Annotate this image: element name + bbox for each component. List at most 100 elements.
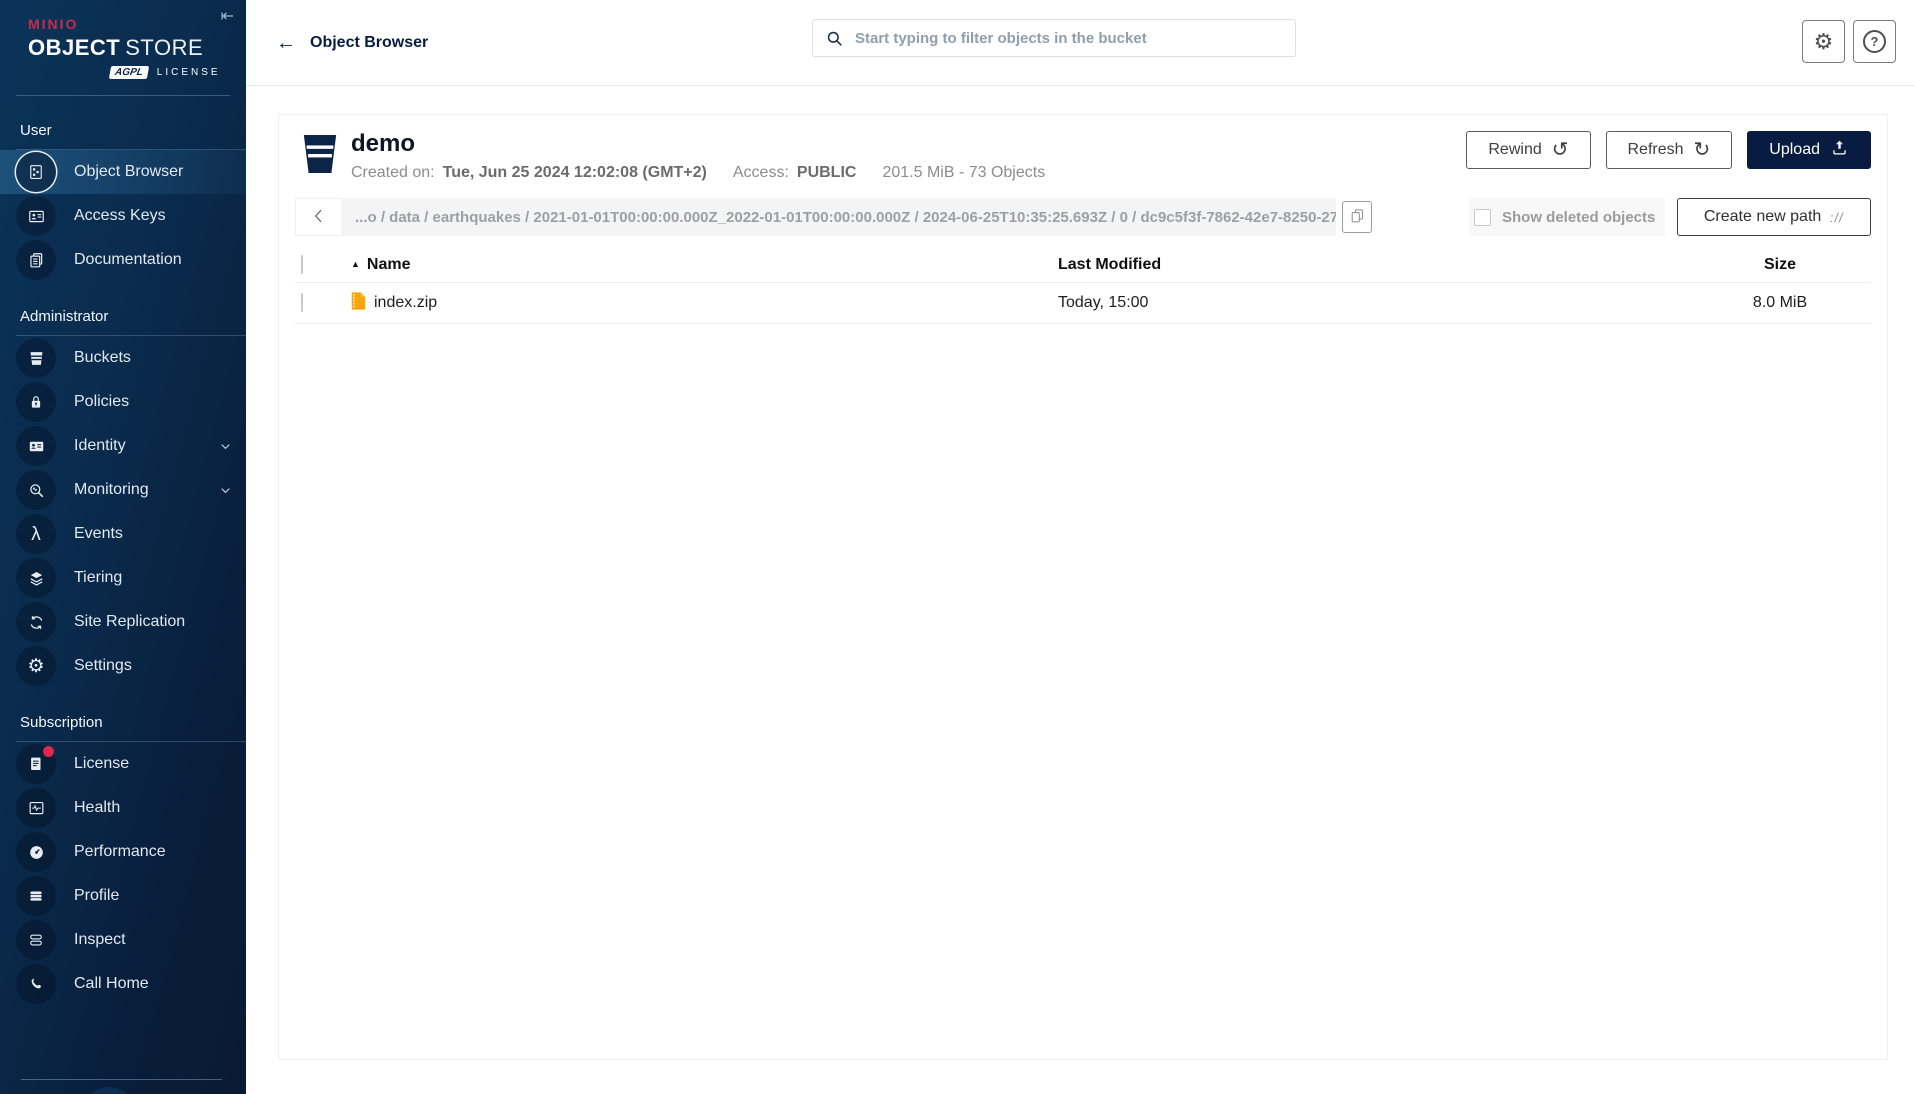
sidebar-item-inspect[interactable]: Inspect [0,918,246,962]
bucket-usage: 201.5 MiB - 73 Objects [882,164,1046,182]
table-row[interactable]: index.zip Today, 15:00 8.0 MiB [295,283,1871,325]
rewind-button[interactable]: Rewind ↺ [1466,131,1591,169]
chevron-down-icon [218,439,233,459]
sidebar-section-label: Subscription [20,714,103,731]
health-icon [16,788,56,828]
sidebar-item-label: Policies [74,393,130,410]
sidebar-item-documentation[interactable]: Documentation [0,238,246,282]
sidebar-item-label: Monitoring [74,481,149,498]
created-value: Tue, Jun 25 2024 12:02:08 (GMT+2) [442,164,707,182]
sidebar-item-health[interactable]: Health [0,786,246,830]
sidebar-item-identity[interactable]: Identity [0,424,246,468]
access-label: Access: [732,164,789,182]
sidebar-item-settings[interactable]: ⚙ Settings [0,644,246,688]
search-input[interactable] [812,19,1296,57]
create-new-path-label: Create new path [1703,208,1822,226]
table-body: index.zip Today, 15:00 8.0 MiB [295,283,1871,325]
tiering-icon [16,558,56,598]
monitoring-icon [16,470,56,510]
sidebar-item-tiering[interactable]: Tiering [0,556,246,600]
sidebar-item-label: Buckets [74,349,131,366]
bucket-header: demo Created on: Tue, Jun 25 2024 12:02:… [295,130,1871,182]
sidebar-item-label: Site Replication [74,613,186,630]
sidebar-item-label: Profile [74,887,120,904]
events-icon: λ [16,514,56,554]
sidebar-section-label: Administrator [20,308,109,325]
sidebar: ⇤ MINIO OBJECT STORE AGPL LICENSE User Obj… [0,0,246,1094]
help-icon: ? [1863,30,1886,53]
show-deleted-panel: Show deleted objects [1469,198,1665,237]
access-keys-icon [16,196,56,236]
topbar: ← Object Browser ⚙ ? [246,0,1914,86]
column-header-size[interactable]: Size [1689,256,1871,274]
sidebar-item-access-keys[interactable]: Access Keys [0,194,246,238]
sidebar-bottom-icon[interactable] [82,1087,136,1094]
refresh-button[interactable]: Refresh ↻ [1605,131,1733,169]
copy-path-button[interactable] [1342,201,1372,234]
sidebar-item-events[interactable]: λ Events [0,512,246,556]
sidebar-item-label: Health [74,799,121,816]
bucket-meta: Created on: Tue, Jun 25 2024 12:02:08 (G… [351,164,1045,182]
sidebar-item-buckets[interactable]: Buckets [0,336,246,380]
row-checkbox[interactable] [301,293,303,313]
upload-button[interactable]: Upload [1747,131,1871,169]
zip-file-icon [351,292,366,315]
created-label: Created on: [351,164,435,182]
sidebar-item-performance[interactable]: Performance [0,830,246,874]
sidebar-item-policies[interactable]: Policies [0,380,246,424]
agpl-logo-icon: AGPL [108,66,149,79]
call-home-icon [16,964,56,1004]
column-header-name[interactable]: ▲ Name [351,256,1044,274]
object-browser-icon [16,152,56,192]
select-all-checkbox[interactable] [301,255,303,275]
access-value: PUBLIC [796,164,857,182]
back-arrow-icon[interactable]: ← [276,33,296,53]
rewind-button-label: Rewind [1488,141,1542,158]
sort-asc-icon: ▲ [351,259,360,270]
breadcrumb-back-button[interactable] [295,198,341,237]
product-name-light: STORE [125,35,204,60]
identity-icon [16,426,56,466]
copy-icon [1349,207,1366,227]
settings-button[interactable]: ⚙ [1802,20,1845,63]
buckets-icon [16,338,56,378]
bucket-icon [301,133,339,180]
minio-wordmark: MINIO [28,16,79,32]
product-name-bold: OBJECT [28,35,121,60]
sidebar-item-label: Documentation [74,251,182,268]
notification-dot-icon [43,746,54,757]
column-header-name-label: Name [366,256,411,274]
gear-icon: ⚙ [1813,28,1834,54]
object-last-modified: Today, 15:00 [1058,294,1149,312]
help-button[interactable]: ? [1853,20,1896,63]
sidebar-item-label: Settings [74,657,132,674]
performance-icon [16,832,56,872]
table-header-row: ▲ Name Last Modified Size [295,248,1871,284]
sidebar-item-profile[interactable]: Profile [0,874,246,918]
sidebar-item-label: Identity [74,437,126,454]
policies-icon [16,382,56,422]
collapse-sidebar-icon[interactable]: ⇤ [221,6,234,26]
object-browser-card: demo Created on: Tue, Jun 25 2024 12:02:… [278,114,1888,1060]
sidebar-item-label: Inspect [74,931,126,948]
sidebar-item-call-home[interactable]: Call Home [0,962,246,1006]
page-title: Object Browser [310,34,429,51]
sidebar-item-license[interactable]: License [0,742,246,786]
sidebar-item-object-browser[interactable]: Object Browser [0,150,246,194]
product-name: OBJECT STORE [28,35,246,61]
sidebar-item-site-replication[interactable]: Site Replication [0,600,246,644]
minio-logo: MINIO OBJECT STORE AGPL LICENSE [0,0,246,79]
upload-button-label: Upload [1769,141,1820,158]
sidebar-item-monitoring[interactable]: Monitoring [0,468,246,512]
show-deleted-checkbox[interactable] [1474,208,1491,226]
object-name: index.zip [374,294,438,312]
create-new-path-button[interactable]: Create new path :// [1677,198,1871,237]
rewind-icon: ↺ [1551,139,1569,161]
column-header-last-modified[interactable]: Last Modified [1044,256,1689,274]
search-icon [825,29,844,53]
sidebar-item-label: License [74,755,130,772]
site-replication-icon [16,602,56,642]
sidebar-item-label: Performance [74,843,166,860]
license-row: AGPL LICENSE [108,66,246,79]
documentation-icon [16,240,56,280]
